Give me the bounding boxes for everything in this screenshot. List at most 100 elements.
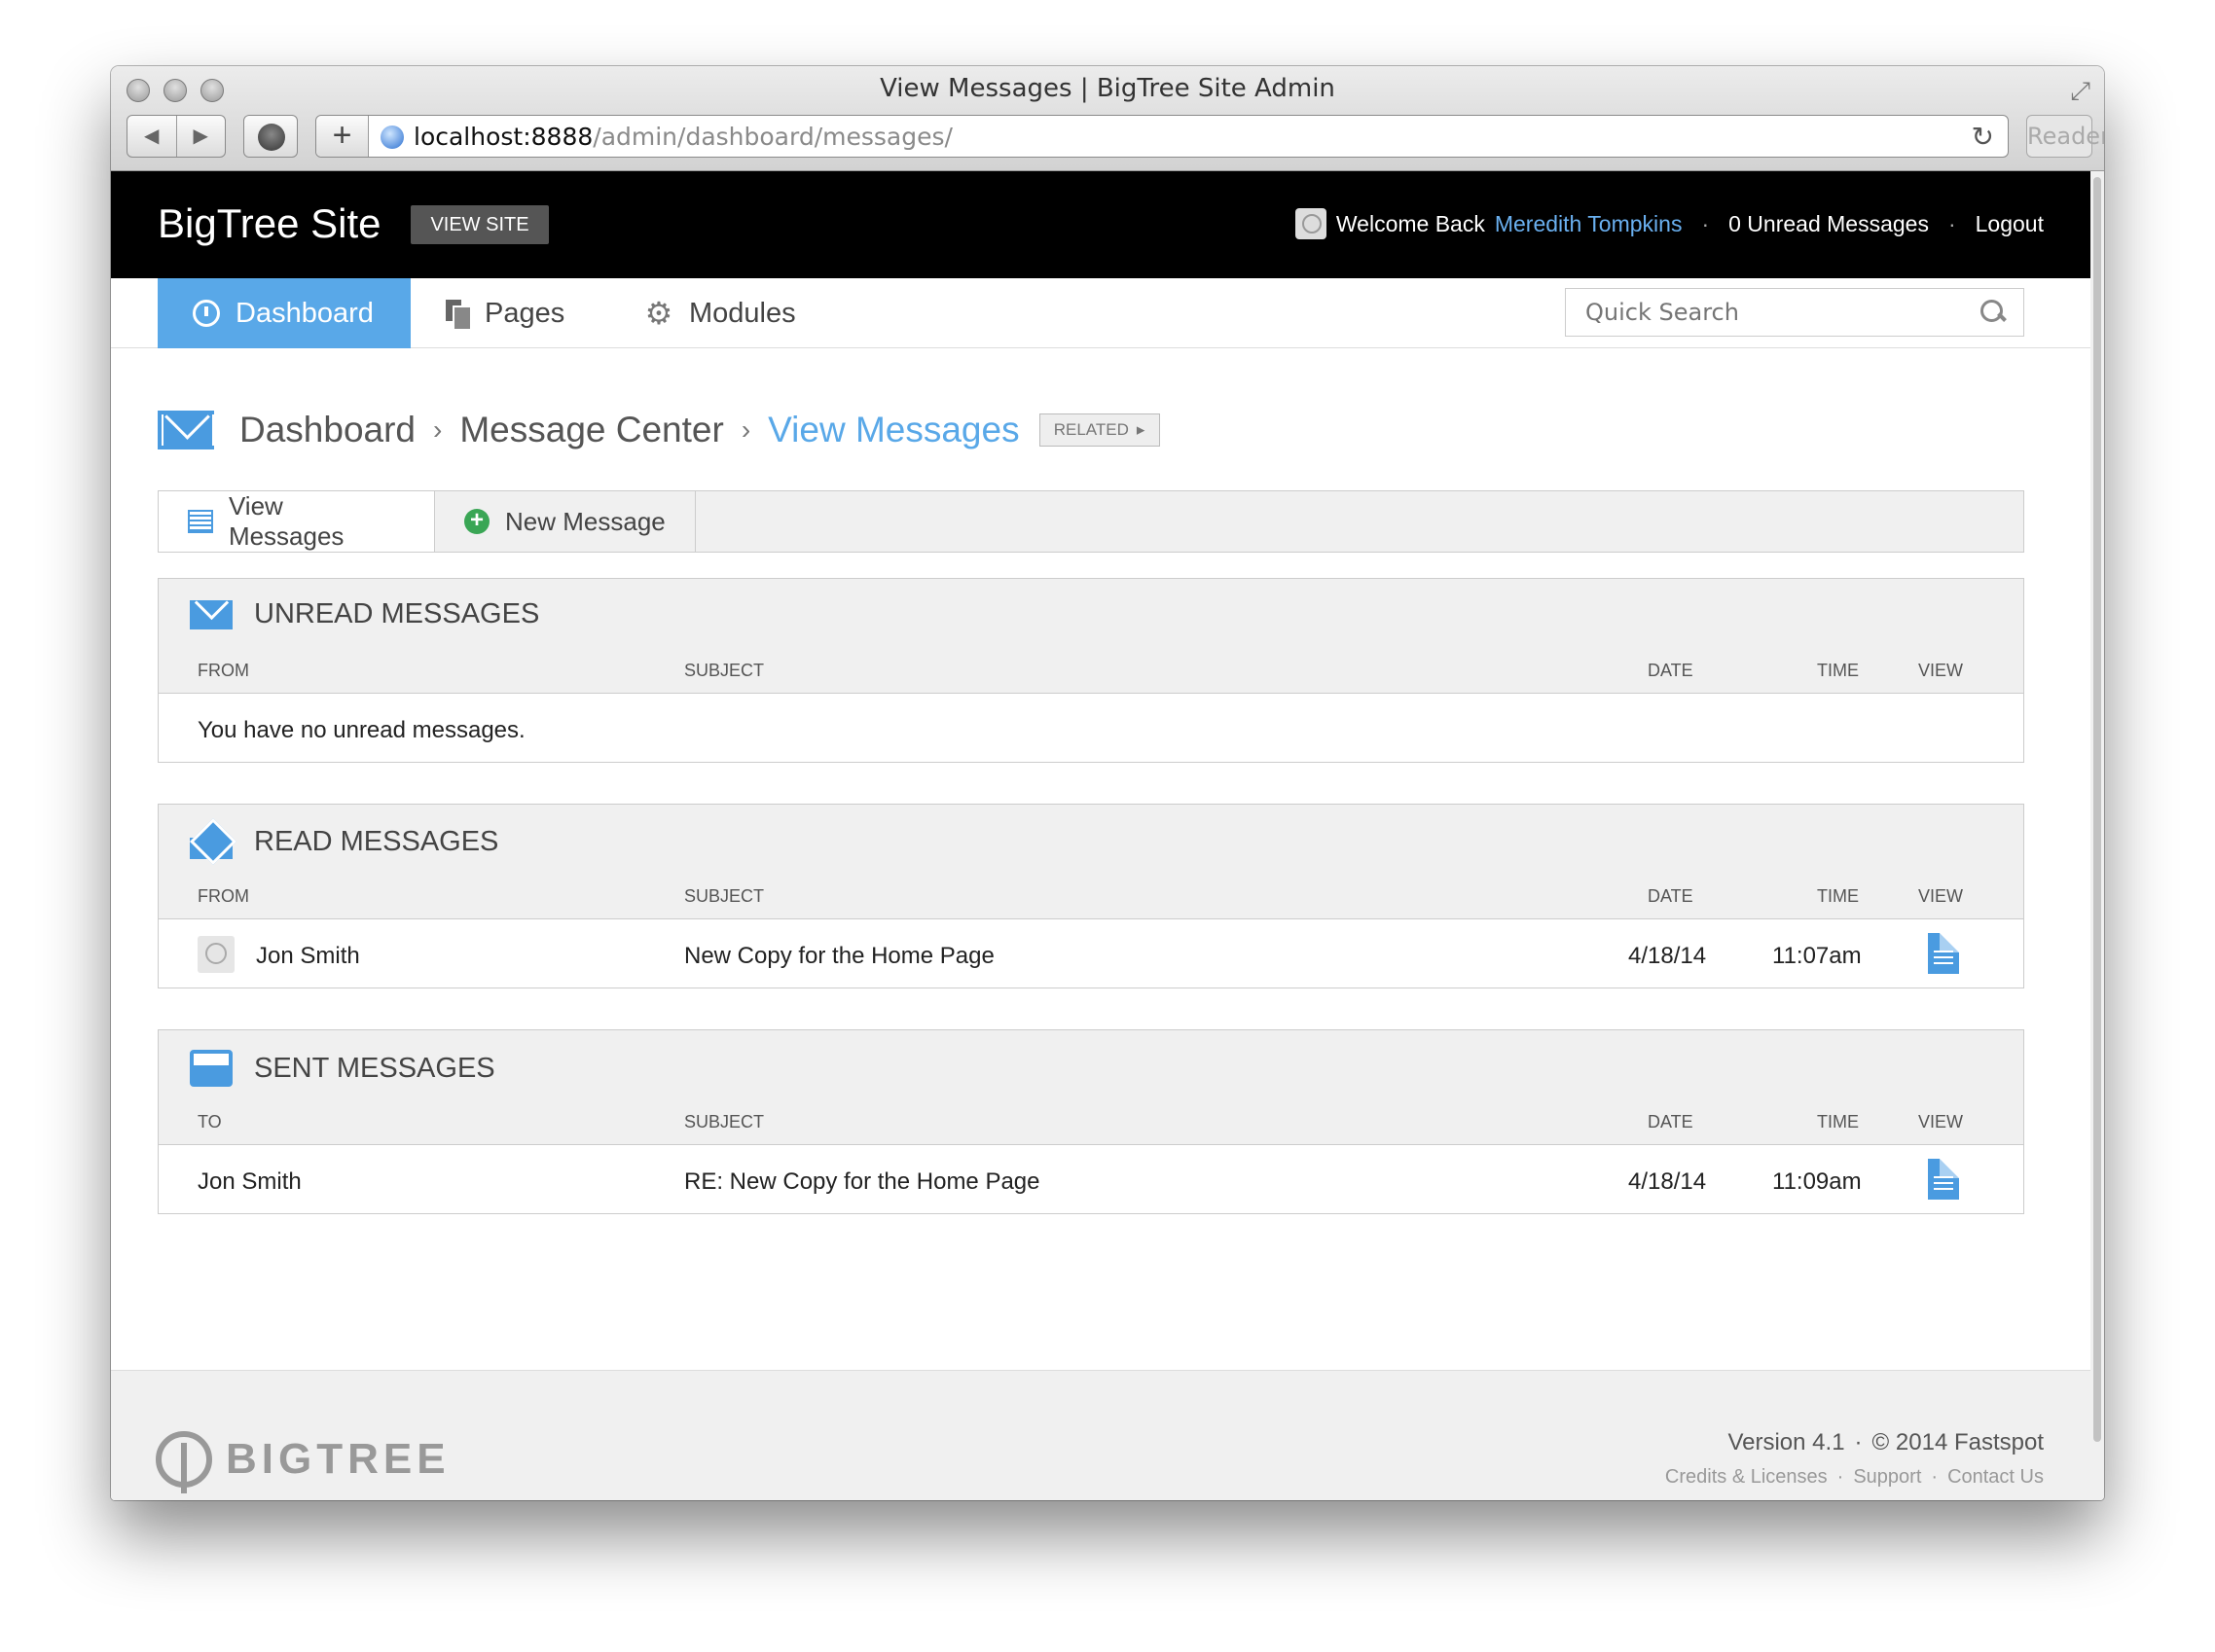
column-time: TIME [1817, 1112, 1859, 1131]
section-title-text: UNREAD MESSAGES [254, 598, 540, 629]
avatar [1294, 208, 1326, 239]
column-from: FROM [198, 661, 249, 680]
separator-dot: · [1931, 1466, 1939, 1488]
view-document-icon[interactable] [1928, 933, 1959, 974]
url-host: localhost:8888 [414, 123, 594, 151]
fullscreen-icon[interactable]: ⤢ [2070, 76, 2090, 107]
tab-label: View Messages [228, 491, 345, 551]
history-buttons: ◀ ▶ [127, 115, 226, 158]
column-time: TIME [1817, 661, 1859, 680]
footer-info: Version 4.1 · © 2014 Fastspot Credits & Li… [1665, 1429, 2044, 1489]
sent-messages-table: SENT MESSAGES TO SUBJECT DATE TIME VIEW … [158, 1029, 2024, 1214]
globe-icon [381, 126, 404, 149]
column-subject: SUBJECT [684, 886, 765, 906]
breadcrumb-message-center[interactable]: Message Center [459, 410, 723, 450]
column-to: TO [198, 1112, 222, 1131]
scrollbar-thumb[interactable] [2093, 177, 2101, 1442]
support-link[interactable]: Support [1853, 1466, 1921, 1488]
breadcrumb-separator: › [741, 414, 751, 445]
empty-row: You have no unread messages. [159, 694, 2023, 764]
row-to: Jon Smith [198, 1168, 302, 1195]
table-header: SENT MESSAGES TO SUBJECT DATE TIME VIEW [159, 1030, 2023, 1145]
search-icon[interactable] [1980, 300, 2006, 325]
column-time: TIME [1817, 886, 1859, 906]
row-subject: New Copy for the Home Page [684, 943, 995, 969]
unread-messages-table: UNREAD MESSAGES FROM SUBJECT DATE TIME V… [158, 578, 2024, 763]
nav-modules[interactable]: ⚙ Modules [644, 278, 796, 348]
screenshot-button[interactable] [243, 115, 298, 158]
gear-icon: ⚙ [644, 296, 673, 331]
nav-dashboard[interactable]: Dashboard [158, 278, 411, 348]
site-name[interactable]: BigTree Site [158, 200, 381, 247]
outbox-icon [190, 1050, 233, 1087]
tab-new-message[interactable]: + New Message [435, 491, 696, 552]
column-view: VIEW [1918, 661, 1964, 680]
admin-header: BigTree Site VIEW SITE Welcome Back Mere… [111, 171, 2090, 278]
page-content: BigTree Site VIEW SITE Welcome Back Mere… [111, 171, 2090, 1500]
caret-right-icon: ▸ [1136, 420, 1145, 439]
row-from: Jon Smith [256, 943, 360, 969]
vertical-scrollbar[interactable] [2090, 171, 2104, 1500]
row-date: 4/18/14 [1628, 1168, 1707, 1195]
column-subject: SUBJECT [684, 1112, 765, 1131]
view-site-button[interactable]: VIEW SITE [411, 205, 549, 244]
tab-view-messages[interactable]: View Messages [159, 491, 435, 552]
bigtree-logo[interactable]: BIGTREE [156, 1431, 451, 1493]
camera-icon [258, 124, 285, 151]
search-input[interactable] [1566, 289, 1955, 336]
sub-nav: View Messages + New Message [158, 490, 2024, 553]
section-title: READ MESSAGES [190, 824, 498, 859]
separator-dot: · [1701, 210, 1710, 236]
reader-button[interactable]: Reader [2026, 115, 2104, 158]
url-text[interactable]: localhost:8888/admin/dashboard/messages/ [414, 123, 953, 151]
empty-message: You have no unread messages. [198, 717, 526, 743]
nav-pages[interactable]: Pages [446, 278, 564, 348]
breadcrumb-dashboard[interactable]: Dashboard [239, 410, 416, 450]
column-date: DATE [1648, 886, 1693, 906]
view-document-icon[interactable] [1928, 1159, 1959, 1200]
copyright-link[interactable]: © 2014 Fastspot [1872, 1429, 2044, 1455]
user-area: Welcome Back Meredith Tompkins · 0 Unrea… [1294, 208, 2044, 239]
footer-version-line: Version 4.1 · © 2014 Fastspot [1665, 1429, 2044, 1456]
browser-toolbar: View Messages | BigTree Site Admin ⤢ ◀ ▶… [111, 66, 2104, 171]
breadcrumb-current[interactable]: View Messages [768, 410, 1019, 450]
version-text: Version 4.1 [1727, 1429, 1845, 1455]
dashboard-icon [193, 300, 220, 327]
row-date: 4/18/14 [1628, 943, 1707, 969]
back-button[interactable]: ◀ [127, 116, 176, 157]
breadcrumb-separator: › [433, 414, 443, 445]
nav-label: Dashboard [236, 297, 374, 329]
table-header: UNREAD MESSAGES FROM SUBJECT DATE TIME V… [159, 579, 2023, 694]
unread-messages-link[interactable]: 0 Unread Messages [1728, 211, 1929, 237]
pages-icon [446, 300, 472, 331]
column-date: DATE [1648, 1112, 1693, 1131]
window-title: View Messages | BigTree Site Admin [880, 74, 1335, 103]
row-time: 11:09am [1772, 1168, 1862, 1195]
browser-window: View Messages | BigTree Site Admin ⤢ ◀ ▶… [111, 66, 2104, 1500]
section-title-text: SENT MESSAGES [254, 1052, 495, 1084]
tab-label: New Message [505, 506, 666, 536]
separator-dot: · [1836, 1466, 1844, 1488]
reload-icon[interactable]: ↻ [1972, 121, 1994, 153]
quick-search [1565, 288, 2024, 337]
read-messages-table: READ MESSAGES FROM SUBJECT DATE TIME VIE… [158, 804, 2024, 988]
row-time: 11:07am [1772, 943, 1862, 969]
add-bookmark-button[interactable]: + [316, 116, 369, 157]
logout-link[interactable]: Logout [1976, 211, 2044, 237]
table-header: READ MESSAGES FROM SUBJECT DATE TIME VIE… [159, 805, 2023, 919]
credits-link[interactable]: Credits & Licenses [1665, 1466, 1828, 1488]
forward-button[interactable]: ▶ [175, 116, 226, 157]
nav-label: Pages [485, 297, 565, 329]
column-view: VIEW [1918, 1112, 1964, 1131]
user-name-link[interactable]: Meredith Tompkins [1495, 211, 1683, 237]
contact-link[interactable]: Contact Us [1947, 1466, 2044, 1488]
related-button[interactable]: RELATED ▸ [1038, 413, 1160, 447]
address-bar[interactable]: + localhost:8888/admin/dashboard/message… [315, 115, 2009, 158]
url-path: /admin/dashboard/messages/ [593, 123, 953, 151]
separator-dot: · [1854, 1429, 1863, 1455]
add-icon: + [464, 509, 490, 534]
section-title: SENT MESSAGES [190, 1050, 495, 1087]
column-from: FROM [198, 886, 249, 906]
separator-dot: · [1947, 210, 1956, 236]
table-row: Jon Smith New Copy for the Home Page 4/1… [159, 919, 2023, 989]
